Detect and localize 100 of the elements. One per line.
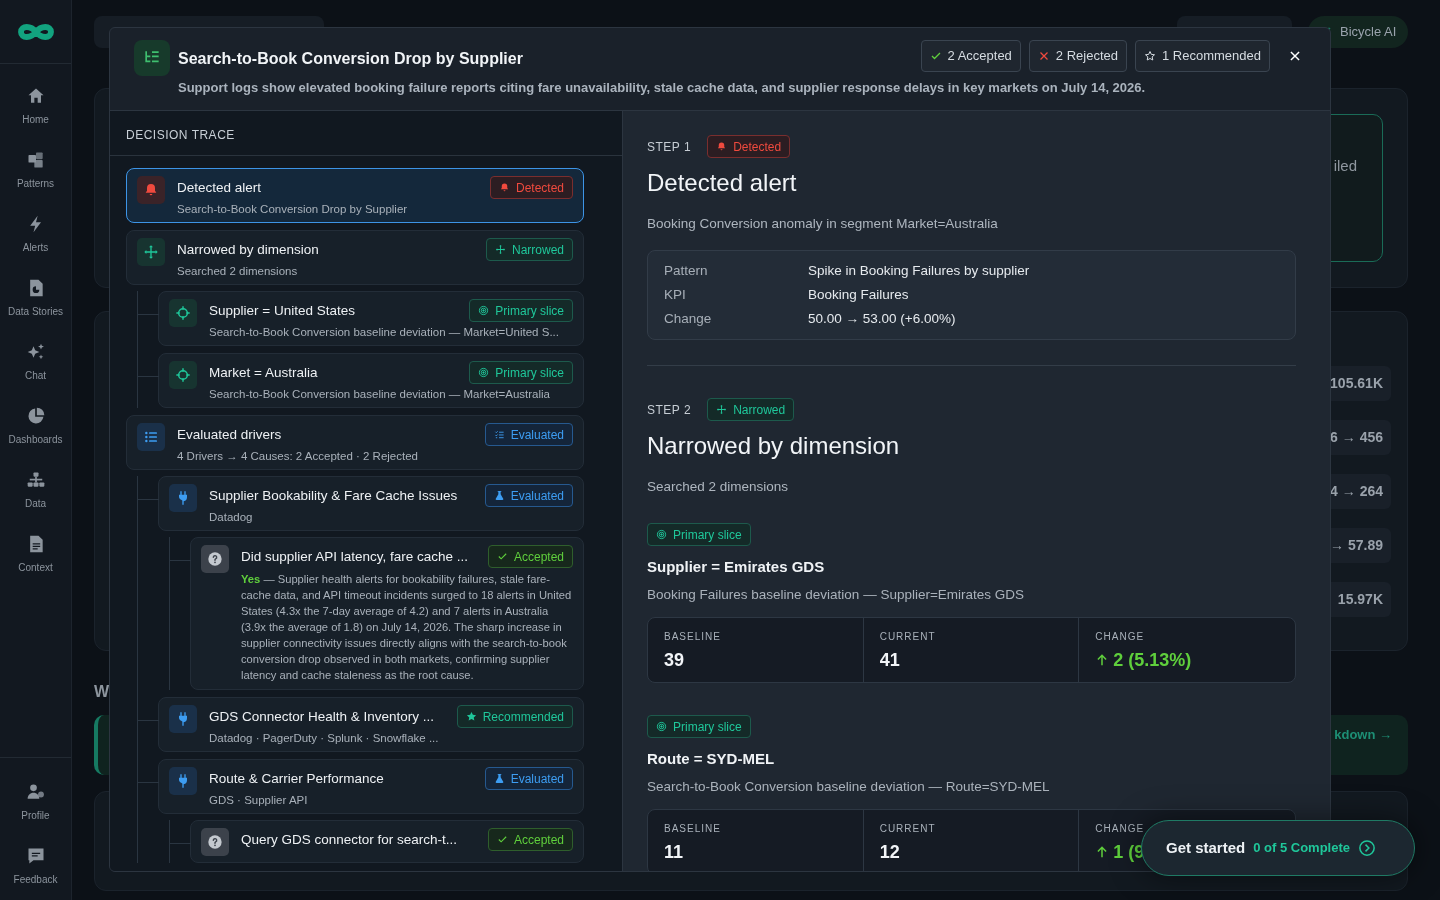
nav-item[interactable]: Feedback (0, 836, 71, 900)
trace-item[interactable]: Evaluated drivers Evaluated 4 Drivers → 4 Causes: 2 Accepted · 2 Rejected (126, 415, 584, 470)
crosshair-icon (169, 361, 197, 389)
metric-value: 12 (879, 841, 900, 864)
status-chip: Recommended (456, 705, 573, 728)
trace-subtitle: Search-to-Book Conversion baseline deviation — Market=United S... (209, 325, 560, 339)
crosshair-icon (169, 299, 197, 327)
status-chip: Accepted (487, 545, 573, 568)
trace-subtitle: Search-to-Book Conversion Drop by Supplier (177, 202, 409, 216)
bell-icon (137, 176, 165, 204)
metric-value: 11 (664, 841, 684, 864)
slice-description: Search-to-Book Conversion baseline deviation — Route=SYD-MEL (647, 778, 1051, 796)
count-filter[interactable]: 2 Rejected (1028, 40, 1127, 72)
status-chip: Primary slice (647, 523, 751, 546)
step-description: Booking Conversion anomaly in segment Market=Australia (647, 215, 999, 233)
plug-icon (169, 767, 197, 795)
count-filter[interactable]: 2 Accepted (920, 40, 1021, 72)
user-settings-icon (25, 782, 46, 802)
nav-item[interactable]: Data (0, 460, 71, 524)
trace-item[interactable]: Narrowed by dimension Narrowed Searched 2 dimensions (126, 230, 584, 285)
metric-label: CHANGE (1095, 630, 1146, 644)
star-icon (1144, 49, 1156, 62)
question-icon (201, 545, 229, 573)
card-text: iled (1333, 156, 1357, 176)
slice-description: Booking Failures baseline deviation — Supplier=Emirates GDS (647, 586, 1026, 604)
status-chip: Accepted (487, 828, 573, 851)
step-label: STEP 2 (647, 401, 692, 418)
nav-item[interactable]: Patterns (0, 140, 71, 204)
close-icon (1037, 49, 1050, 62)
nav-item[interactable]: Alerts (0, 204, 71, 268)
flask-icon (493, 773, 505, 784)
status-chip: Primary slice (647, 715, 751, 738)
plug-icon (169, 484, 197, 512)
nav-item[interactable]: Profile (0, 772, 71, 836)
detail-value: 50.00 → 53.00 (+6.00%) (808, 310, 957, 328)
target-icon (656, 721, 667, 732)
trace-item[interactable]: Detected alert Detected Search-to-Book Conversion Drop by Supplier (126, 168, 584, 223)
trace-subtitle: GDS · Supplier API (209, 793, 309, 807)
trace-title: Supplier = United States (209, 302, 356, 320)
trace-title: Detected alert (177, 179, 263, 197)
section-heading: W (94, 682, 111, 702)
metric-label: CURRENT (879, 630, 937, 644)
detail-value: Spike in Booking Failures by supplier (808, 262, 1031, 280)
tree-list-icon (134, 40, 170, 76)
step-title: Detected alert (647, 168, 798, 198)
chevron-right-icon (1358, 839, 1376, 857)
trace-subtitle: Datadog (209, 510, 254, 524)
trace-title: Narrowed by dimension (177, 241, 320, 259)
target-icon (656, 529, 667, 540)
nav-item[interactable]: Data Stories (0, 268, 71, 332)
check-icon (496, 551, 508, 562)
nav-item[interactable]: Context (0, 524, 71, 588)
flask-icon (493, 490, 505, 501)
target-icon (478, 305, 490, 316)
checklist-icon (493, 429, 505, 440)
status-chip: Evaluated (484, 767, 573, 790)
hierarchy-icon (25, 470, 46, 490)
nav-item[interactable]: Chat (0, 332, 71, 396)
move-icon (137, 238, 165, 266)
list-icon (137, 423, 165, 451)
plug-icon (169, 705, 197, 733)
question-icon (201, 828, 229, 856)
status-chip: Primary slice (469, 299, 573, 322)
detail-label: Pattern (664, 262, 709, 280)
status-chip: Primary slice (469, 361, 573, 384)
trace-title: Market = Australia (209, 364, 319, 382)
step-title: Narrowed by dimension (647, 431, 901, 461)
panel-heading: DECISION TRACE (110, 111, 622, 156)
nav-item[interactable]: Home (0, 76, 71, 140)
trace-title: GDS Connector Health & Inventory ... (209, 708, 436, 726)
status-chip: Evaluated (484, 484, 573, 507)
status-chip: Narrowed (707, 398, 795, 421)
detail-value: Booking Failures (808, 286, 910, 304)
dialog-summary: Support logs show elevated booking failure reports citing fare unavailability, stale cache data, and supplier response delays in key markets on July 14, 2026. (178, 78, 1147, 97)
metric-label: BASELINE (664, 630, 722, 644)
trace-title: Supplier Bookability & Fare Cache Issues (209, 487, 459, 505)
dialog-title: Search-to-Book Conversion Drop by Supplier (178, 48, 523, 69)
count-filter[interactable]: 1 Recommended (1135, 40, 1270, 72)
step-label: STEP 1 (647, 138, 692, 155)
nav-item[interactable]: Dashboards (0, 396, 71, 460)
detail-label: Change (664, 310, 713, 328)
bell-icon (716, 141, 728, 152)
trace-title: Route & Carrier Performance (209, 770, 385, 788)
status-chip: Narrowed (485, 238, 573, 261)
trace-title: Query GDS connector for search-t... (241, 831, 459, 849)
move-icon (494, 244, 506, 255)
target-icon (478, 367, 490, 378)
trace-subtitle: 4 Drivers → 4 Causes: 2 Accepted · 2 Rejected (177, 449, 419, 463)
check-icon (496, 834, 508, 845)
detail-label: KPI (664, 286, 687, 304)
breakdown-link[interactable]: kdown → (1334, 725, 1392, 745)
metric-label: BASELINE (664, 822, 722, 836)
slice-title: Route = SYD-MEL (647, 749, 776, 769)
move-icon (716, 404, 728, 415)
status-chip: Evaluated (484, 423, 573, 446)
metric-value: 41 (879, 649, 900, 672)
status-chip: Detected (707, 135, 791, 158)
close-icon (1288, 48, 1302, 63)
trace-subtitle: Searched 2 dimensions (177, 264, 299, 278)
star-icon (465, 711, 477, 722)
